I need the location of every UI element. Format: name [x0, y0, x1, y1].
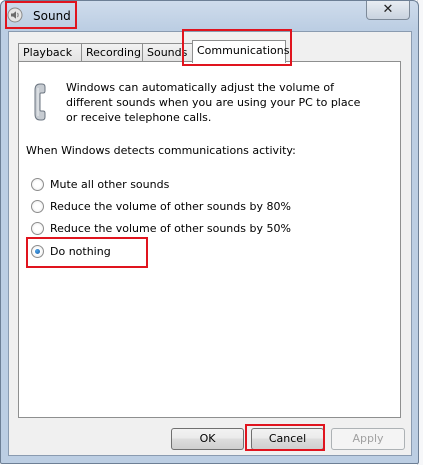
communications-panel: Windows can automatically adjust the vol…	[18, 61, 401, 418]
tab-sounds[interactable]: Sounds	[142, 43, 198, 62]
tab-playback[interactable]: Playback	[18, 43, 86, 62]
option-label: Reduce the volume of other sounds by 80%	[50, 199, 291, 213]
window-title: Sound	[33, 9, 71, 23]
dialog-body: Playback Recording Sounds Communications…	[8, 31, 412, 456]
tab-communications[interactable]: Communications	[192, 40, 289, 63]
radio-button-selected[interactable]	[31, 244, 44, 258]
sound-dialog: Sound ✕ Playback Recording Sounds Commun…	[0, 0, 419, 464]
radio-button[interactable]	[31, 221, 44, 235]
option-reduce-50[interactable]: Reduce the volume of other sounds by 50%	[31, 220, 291, 236]
close-icon: ✕	[382, 2, 394, 17]
ok-button[interactable]: OK	[171, 428, 244, 450]
option-do-nothing[interactable]: Do nothing	[31, 243, 111, 259]
option-reduce-80[interactable]: Reduce the volume of other sounds by 80%	[31, 198, 291, 214]
option-label: Do nothing	[50, 244, 111, 258]
cancel-button[interactable]: Cancel	[251, 428, 324, 450]
radio-button[interactable]	[31, 177, 44, 191]
tab-recording[interactable]: Recording	[81, 43, 151, 62]
description-text: Windows can automatically adjust the vol…	[66, 81, 361, 124]
speaker-icon	[7, 7, 23, 23]
telephone-icon	[34, 83, 46, 121]
close-button[interactable]: ✕	[366, 1, 410, 20]
option-label: Mute all other sounds	[50, 177, 170, 191]
option-label: Reduce the volume of other sounds by 50%	[50, 221, 291, 235]
apply-button[interactable]: Apply	[331, 428, 405, 450]
title-bar[interactable]: Sound ✕	[1, 1, 418, 31]
option-mute-all[interactable]: Mute all other sounds	[31, 176, 169, 192]
section-label: When Windows detects communications acti…	[26, 144, 296, 157]
radio-button[interactable]	[31, 199, 44, 213]
